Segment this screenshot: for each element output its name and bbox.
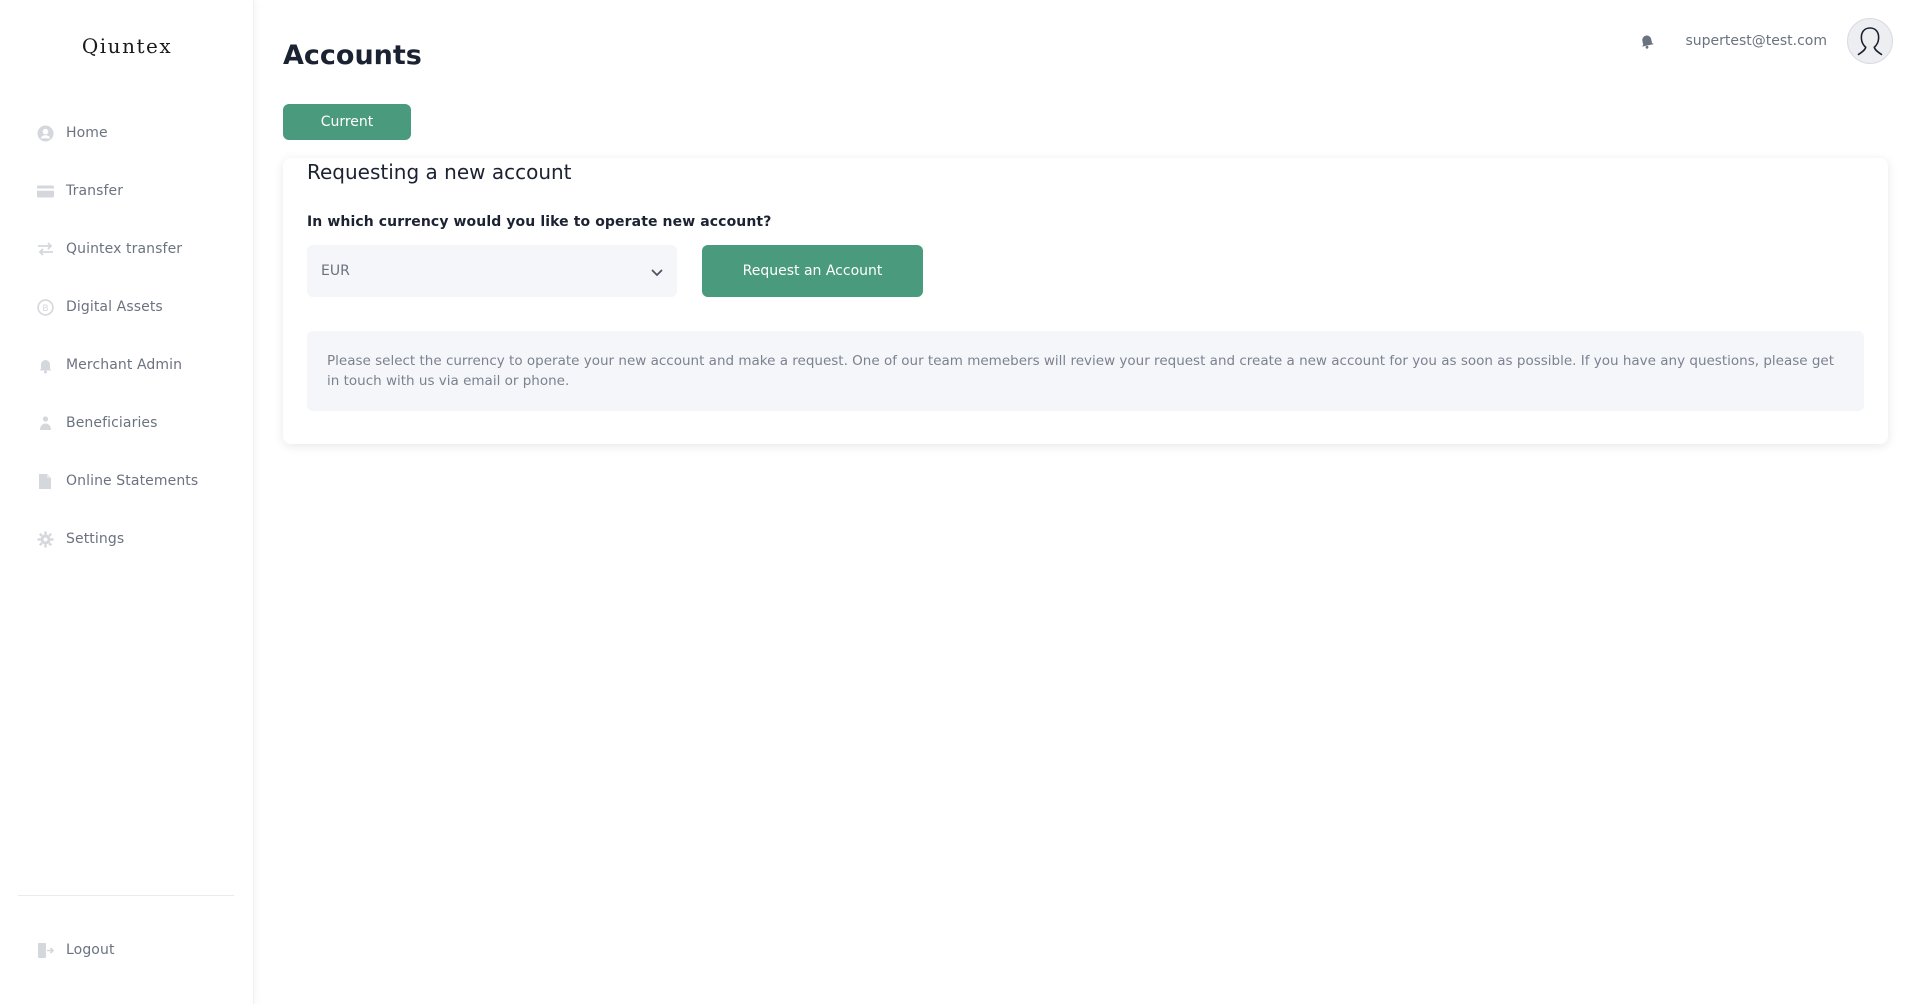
sidebar-item-transfer[interactable]: Transfer: [0, 162, 254, 220]
sidebar-divider: [18, 895, 234, 896]
logout-icon: [36, 941, 54, 959]
notifications-bell-icon[interactable]: [1637, 31, 1657, 51]
logout-button[interactable]: Logout: [0, 921, 254, 979]
header-user-area: supertest@test.com: [1637, 18, 1893, 64]
logo[interactable]: Qiuntex: [0, 34, 254, 58]
sidebar-item-label: Settings: [66, 531, 125, 547]
logout-label: Logout: [66, 942, 115, 958]
user-email[interactable]: supertest@test.com: [1685, 33, 1827, 49]
people-icon: [36, 414, 54, 432]
sidebar-item-label: Merchant Admin: [66, 357, 183, 373]
page-title: Accounts: [283, 40, 422, 71]
document-icon: [36, 472, 54, 490]
chevron-down-icon: [651, 262, 663, 281]
swap-arrows-icon: [36, 240, 54, 258]
sidebar-item-label: Quintex transfer: [66, 241, 183, 257]
sidebar-item-label: Transfer: [66, 183, 124, 199]
sidebar-item-label: Beneficiaries: [66, 415, 158, 431]
sidebar-item-digital-assets[interactable]: B Digital Assets: [0, 278, 254, 336]
sidebar-item-quintex-transfer[interactable]: Quintex transfer: [0, 220, 254, 278]
coin-icon: B: [36, 298, 54, 316]
sidebar-item-label: Home: [66, 125, 108, 141]
sidebar-item-settings[interactable]: Settings: [0, 510, 254, 568]
sidebar-item-home[interactable]: Home: [0, 104, 254, 162]
card-title: Requesting a new account: [307, 160, 572, 184]
sidebar-item-online-statements[interactable]: Online Statements: [0, 452, 254, 510]
sidebar-item-label: Online Statements: [66, 473, 199, 489]
sidebar-nav: Home Transfer Quintex transfer B Digital…: [0, 104, 254, 568]
request-account-card: Requesting a new account In which curren…: [283, 158, 1888, 444]
currency-question-label: In which currency would you like to oper…: [307, 214, 772, 230]
tab-current[interactable]: Current: [283, 104, 411, 140]
sidebar: Qiuntex Home Transfer Quintex transfer B…: [0, 0, 254, 1004]
card-icon: [36, 182, 54, 200]
gear-icon: [36, 530, 54, 548]
user-circle-icon: [36, 124, 54, 142]
sidebar-item-label: Digital Assets: [66, 299, 163, 315]
user-avatar-icon: [1857, 27, 1883, 56]
svg-text:B: B: [42, 304, 48, 314]
bell-icon: [36, 356, 54, 374]
info-message: Please select the currency to operate yo…: [307, 331, 1864, 411]
sidebar-item-beneficiaries[interactable]: Beneficiaries: [0, 394, 254, 452]
sidebar-item-merchant-admin[interactable]: Merchant Admin: [0, 336, 254, 394]
request-account-button[interactable]: Request an Account: [702, 245, 923, 297]
currency-select-value: EUR: [321, 263, 350, 279]
avatar[interactable]: [1847, 18, 1893, 64]
currency-select[interactable]: EUR: [307, 245, 677, 297]
